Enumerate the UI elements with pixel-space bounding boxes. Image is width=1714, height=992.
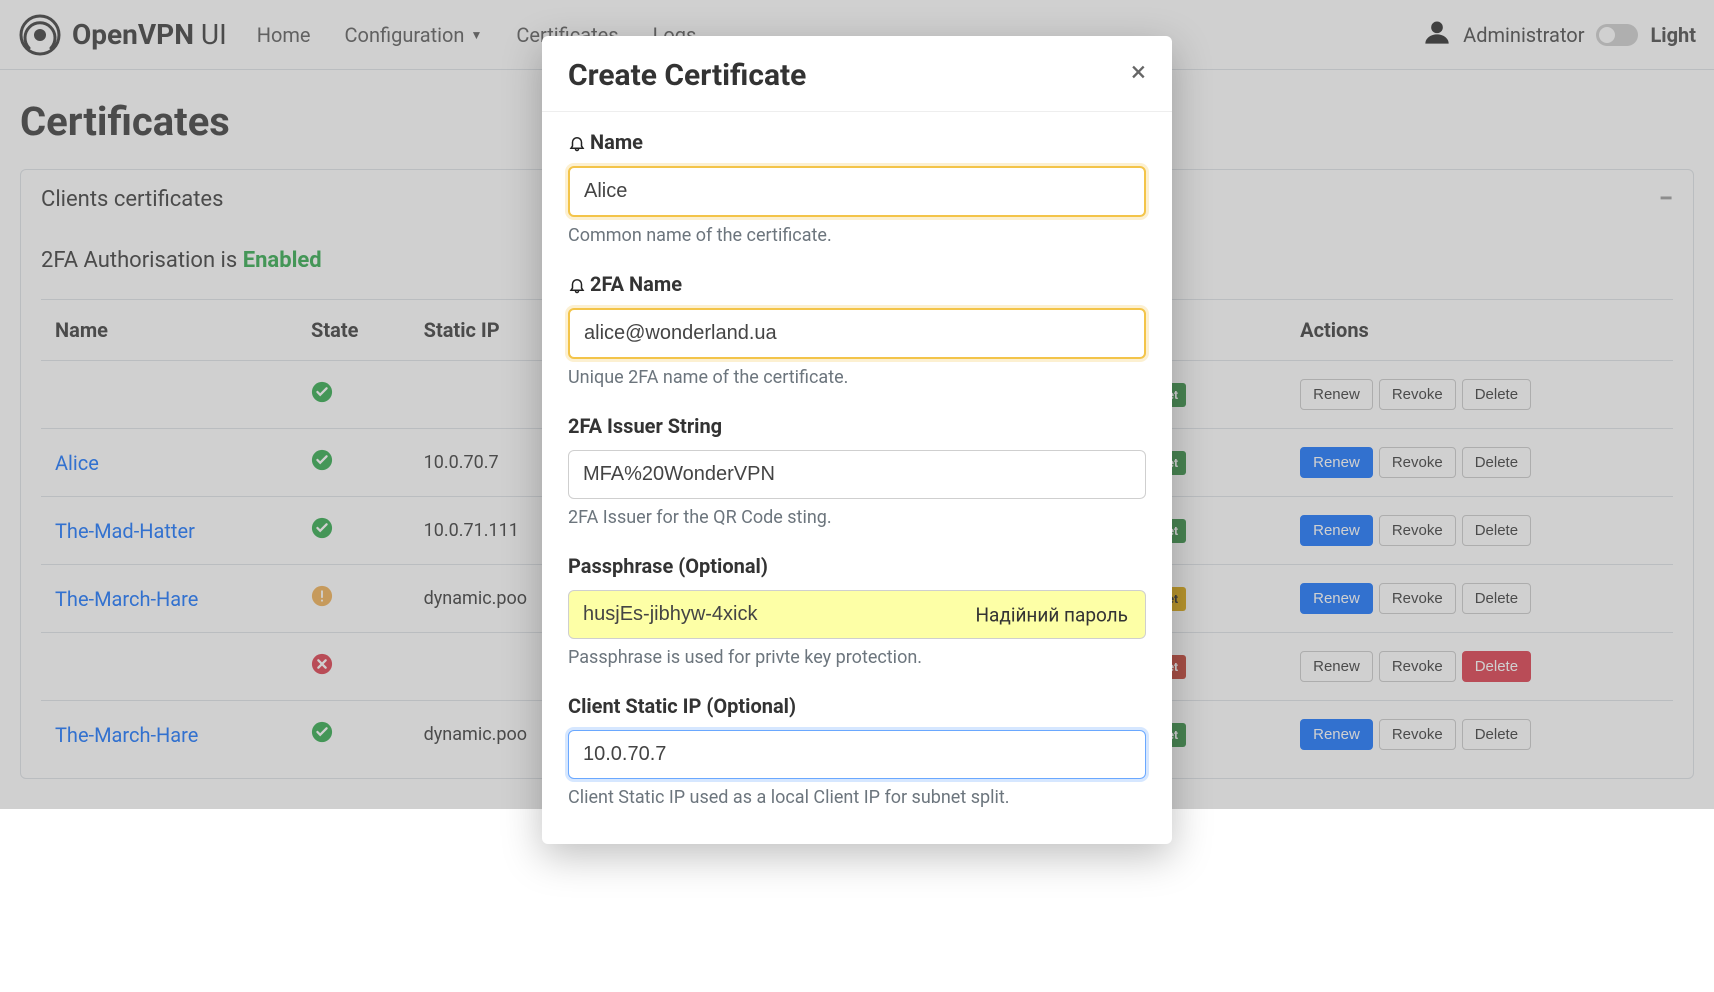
password-strength-label: Надійний пароль bbox=[975, 603, 1128, 626]
bell-icon bbox=[568, 275, 586, 293]
close-icon[interactable]: × bbox=[1131, 58, 1146, 86]
create-certificate-modal: Create Certificate × Name Common name of… bbox=[542, 36, 1172, 844]
help-name: Common name of the certificate. bbox=[568, 225, 1146, 246]
label-2fa: 2FA Name bbox=[590, 272, 682, 296]
label-issuer: 2FA Issuer String bbox=[568, 414, 722, 438]
issuer-input[interactable] bbox=[568, 450, 1146, 499]
static-ip-input[interactable] bbox=[568, 730, 1146, 779]
name-input[interactable] bbox=[568, 166, 1146, 217]
help-passphrase: Passphrase is used for privte key protec… bbox=[568, 647, 1146, 668]
label-staticip: Client Static IP (Optional) bbox=[568, 694, 796, 718]
label-passphrase: Passphrase (Optional) bbox=[568, 554, 768, 578]
help-staticip: Client Static IP used as a local Client … bbox=[568, 787, 1146, 808]
help-2fa: Unique 2FA name of the certificate. bbox=[568, 367, 1146, 388]
twofa-name-input[interactable] bbox=[568, 308, 1146, 359]
label-name: Name bbox=[590, 130, 643, 154]
bell-icon bbox=[568, 133, 586, 151]
modal-title: Create Certificate bbox=[568, 58, 806, 93]
help-issuer: 2FA Issuer for the QR Code sting. bbox=[568, 507, 1146, 528]
